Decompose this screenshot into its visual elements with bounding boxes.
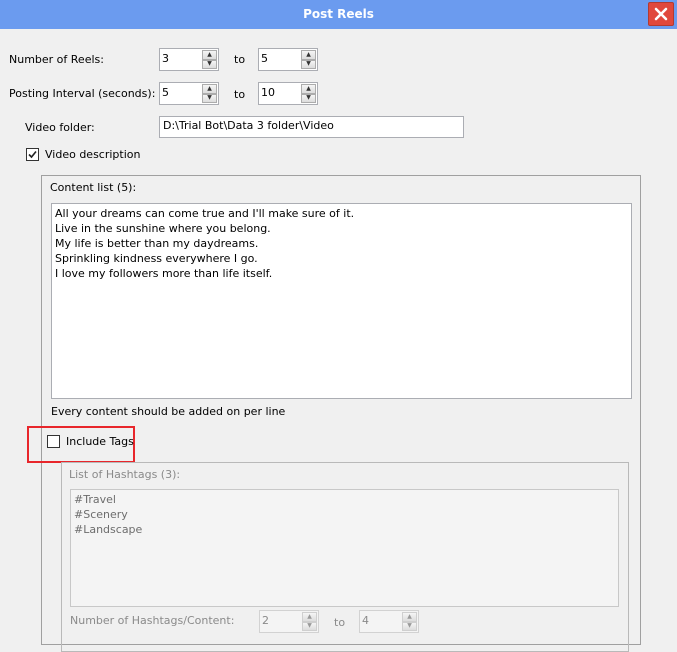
spin-down-icon[interactable]: ▼ [202,93,217,103]
interval-to-value[interactable]: 10 [261,86,275,100]
content-hint: Every content should be added on per lin… [51,405,286,418]
spin-up-icon[interactable]: ▲ [301,84,316,94]
hashtags-list-title: List of Hashtags (3): [69,468,181,481]
reels-to-stepper[interactable]: 5 ▲ ▼ [258,48,318,71]
spin-down-icon[interactable]: ▼ [202,59,217,69]
interval-label: Posting Interval (seconds): [9,87,156,100]
spin-up-icon[interactable]: ▲ [302,612,317,622]
include-tags-label[interactable]: Include Tags [66,435,134,449]
video-folder-input[interactable]: D:\Trial Bot\Data 3 folder\Video [159,116,464,138]
close-button[interactable] [648,2,674,26]
close-icon [654,7,668,21]
video-description-checkbox[interactable] [26,148,39,161]
window-title: Post Reels [303,7,374,21]
hashtags-to-value[interactable]: 4 [362,614,369,628]
hashtags-to-stepper[interactable]: 4 ▲ ▼ [359,610,419,633]
spin-up-icon[interactable]: ▲ [202,50,217,60]
spin-up-icon[interactable]: ▲ [402,612,417,622]
spin-down-icon[interactable]: ▼ [302,621,317,631]
reels-from-stepper[interactable]: 3 ▲ ▼ [159,48,219,71]
interval-from-value[interactable]: 5 [162,86,169,100]
video-folder-label: Video folder: [25,121,95,134]
hashtags-to-label: to [334,616,346,629]
reels-from-value[interactable]: 3 [162,52,169,66]
interval-to-label: to [234,88,246,101]
content-list-title: Content list (5): [50,181,137,194]
hashtags-list-textarea[interactable]: #Travel #Scenery #Landscape [70,489,619,607]
spin-down-icon[interactable]: ▼ [301,93,316,103]
checkmark-icon [28,150,37,159]
spin-down-icon[interactable]: ▼ [402,621,417,631]
interval-to-stepper[interactable]: 10 ▲ ▼ [258,82,318,105]
hashtags-count-label: Number of Hashtags/Content: [70,614,235,627]
hashtags-from-value[interactable]: 2 [262,614,269,628]
include-tags-checkbox[interactable] [47,435,60,448]
hashtags-from-stepper[interactable]: 2 ▲ ▼ [259,610,319,633]
spin-down-icon[interactable]: ▼ [301,59,316,69]
reels-to-label: to [234,53,246,66]
reels-to-value[interactable]: 5 [261,52,268,66]
content-list-textarea[interactable]: All your dreams can come true and I'll m… [51,203,632,399]
title-bar: Post Reels [0,0,677,29]
interval-from-stepper[interactable]: 5 ▲ ▼ [159,82,219,105]
spin-up-icon[interactable]: ▲ [301,50,316,60]
video-description-label[interactable]: Video description [45,148,140,162]
reels-label: Number of Reels: [9,53,104,66]
spin-up-icon[interactable]: ▲ [202,84,217,94]
